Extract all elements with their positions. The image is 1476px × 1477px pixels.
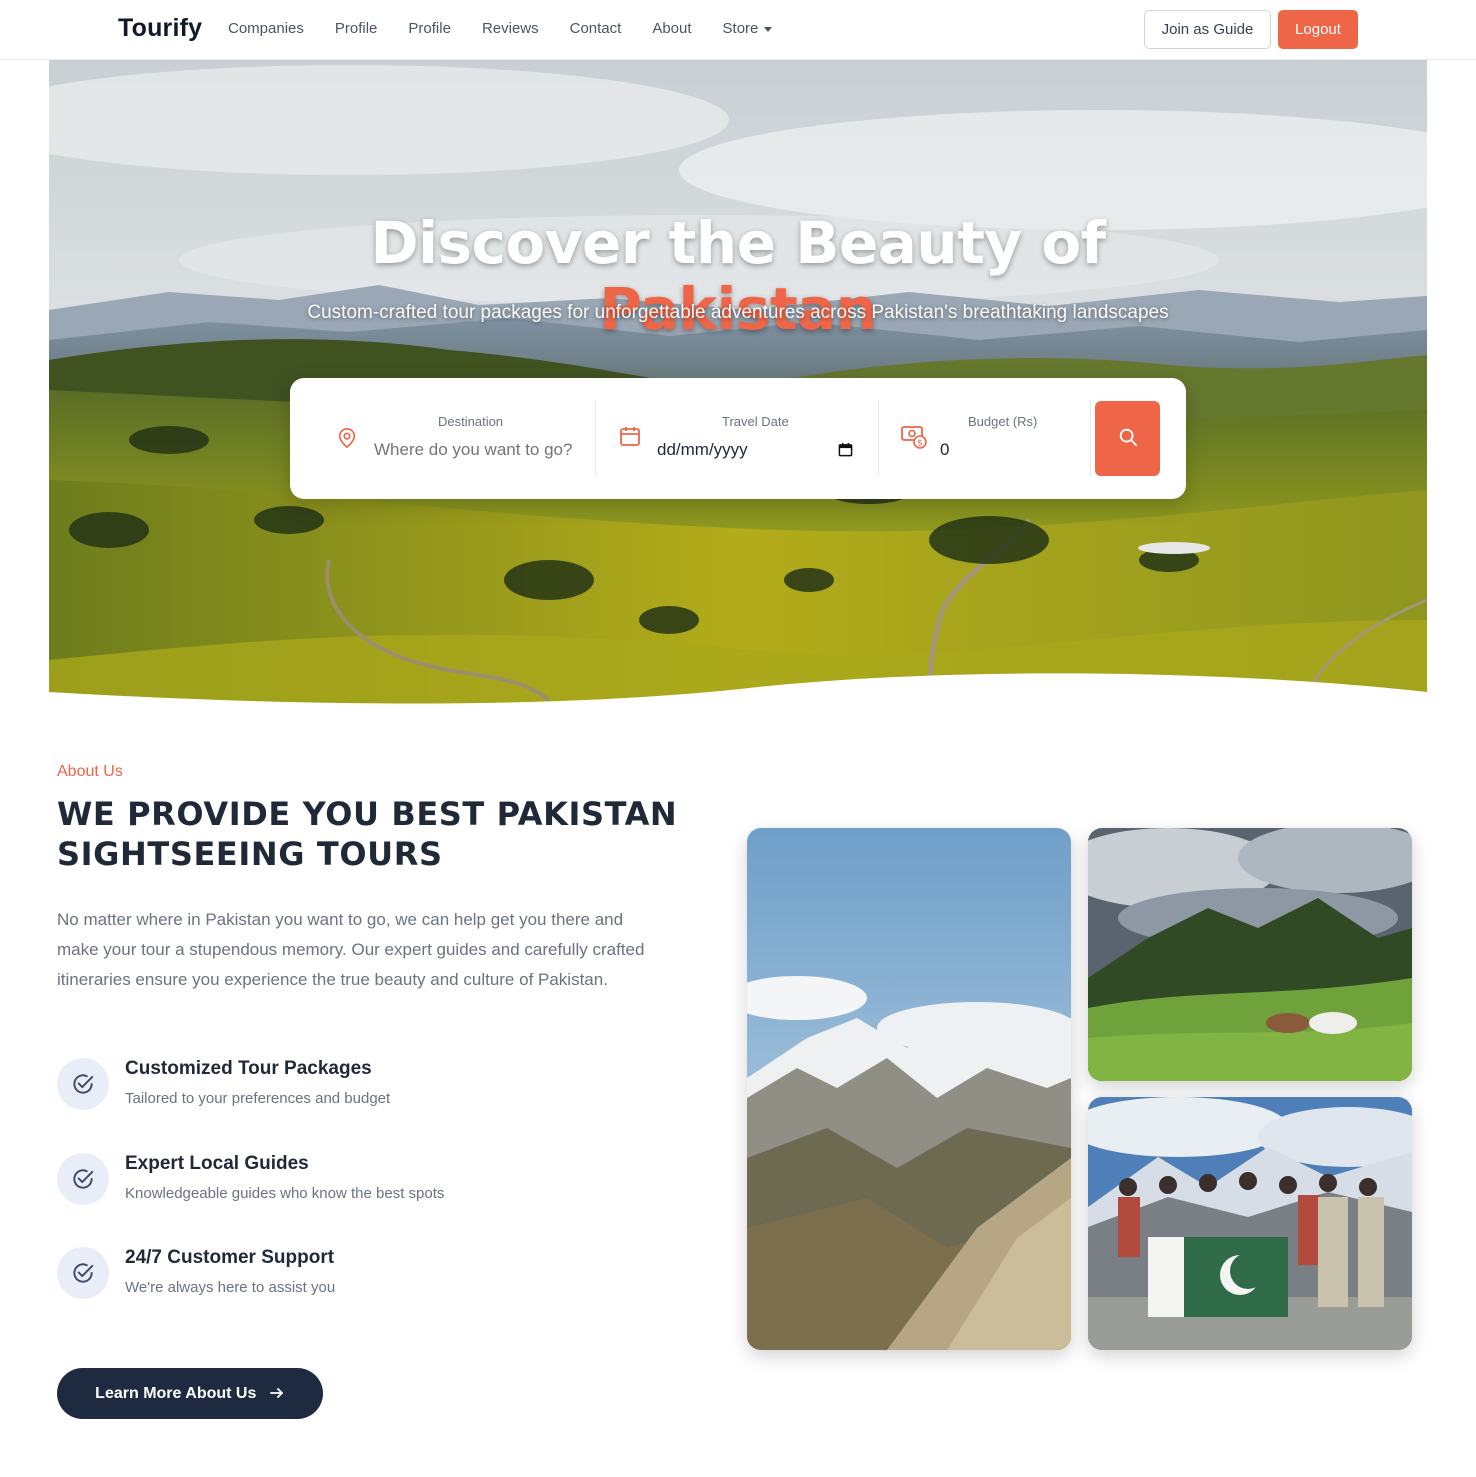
feature-description: Knowledgeable guides who know the best s… [125,1185,445,1202]
destination-input[interactable] [374,440,588,460]
navbar: Tourify Companies Profile Profile Review… [0,0,1476,60]
feature-description: We're always here to assist you [125,1279,336,1296]
field-divider [878,400,879,476]
feature-icon-wrap [57,1247,109,1299]
join-as-guide-button[interactable]: Join as Guide [1144,10,1271,49]
field-divider [1090,400,1091,476]
about-heading-line2: SIGHTSEEING TOURS [57,835,443,873]
feature-title: 24/7 Customer Support [125,1247,335,1268]
about-heading-line1: WE PROVIDE YOU BEST PAKISTAN [57,795,678,833]
feature-description: Tailored to your preferences and budget [125,1090,391,1107]
nav-dropdown-store[interactable]: Store [723,20,773,37]
caret-down-icon [764,26,773,32]
check-circle-icon [73,1169,94,1189]
hero-subtitle: Custom-crafted tour packages for unforge… [307,302,1169,323]
destination-field: Destination [330,400,590,476]
about-description: No matter where in Pakistan you want to … [57,910,645,989]
brand-logo[interactable]: Tourify [118,14,202,43]
feature-title: Customized Tour Packages [125,1058,372,1079]
arrow-right-icon [269,1387,283,1398]
travel-date-input[interactable]: dd/mm/yyyy [657,440,748,460]
feature-title: Expert Local Guides [125,1153,309,1174]
learn-more-button[interactable]: Learn More About Us [57,1368,323,1419]
budget-label: Budget (Rs) [968,414,1038,429]
nav-link-profile-2[interactable]: Profile [408,20,451,37]
gallery-image-meadow-horses [1088,828,1412,1081]
budget-field: $ Budget (Rs) 0 [900,400,1080,476]
feature-icon-wrap [57,1058,109,1110]
nav-link-profile[interactable]: Profile [335,20,378,37]
search-button[interactable] [1095,401,1160,476]
nav-links: Companies Profile Profile Reviews Contac… [228,20,803,37]
about-heading: WE PROVIDE YOU BEST PAKISTAN SIGHTSEEING… [57,794,697,874]
gallery-image-mountain-valley [747,828,1071,1350]
calendar-icon [620,427,640,446]
feature-item: Customized Tour Packages Tailored to you… [57,1058,657,1118]
search-card: Destination Travel Date dd/mm/yyyy $ Bud… [290,378,1186,499]
gallery-image-group-flag [1088,1097,1412,1350]
search-icon [1119,428,1137,447]
svg-text:$: $ [917,439,923,449]
nav-link-contact[interactable]: Contact [570,20,622,37]
nav-link-reviews[interactable]: Reviews [482,20,539,37]
map-pin-icon [338,428,356,449]
nav-link-about[interactable]: About [652,20,691,37]
feature-item: 24/7 Customer Support We're always here … [57,1247,657,1307]
field-divider [595,400,596,476]
money-icon: $ [901,426,927,449]
nav-link-store-label: Store [722,20,759,37]
budget-input[interactable]: 0 [940,440,949,460]
calendar-picker-icon[interactable] [838,442,853,457]
logout-button[interactable]: Logout [1278,10,1358,49]
travel-date-label: Travel Date [722,414,789,429]
destination-label: Destination [438,414,504,429]
nav-link-companies[interactable]: Companies [228,20,304,37]
about-section-tag: About Us [57,763,123,780]
hero-title-line1: Discover the Beauty of [370,209,1106,277]
travel-date-field: Travel Date dd/mm/yyyy [618,400,864,476]
feature-icon-wrap [57,1153,109,1205]
learn-more-label: Learn More About Us [95,1384,257,1402]
check-circle-icon [73,1074,94,1094]
check-circle-icon [73,1263,94,1283]
feature-item: Expert Local Guides Knowledgeable guides… [57,1153,657,1213]
